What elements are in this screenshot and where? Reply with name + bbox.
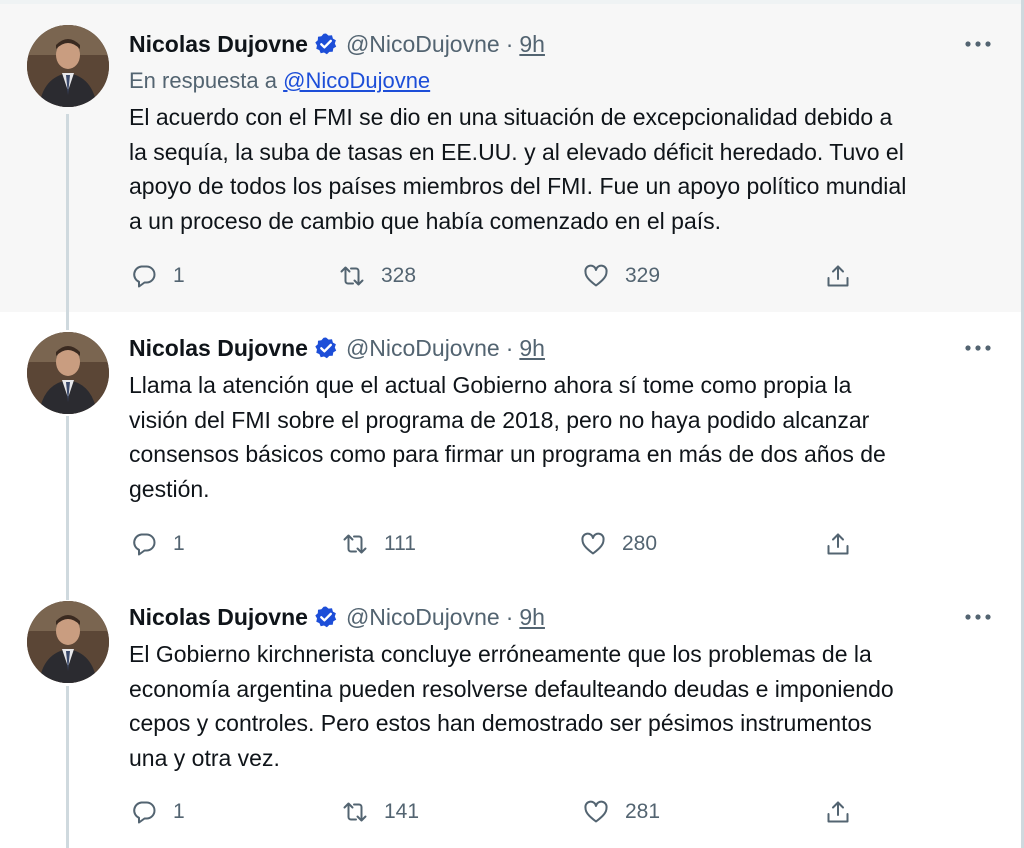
tweet-header: Nicolas Dujovne @NicoDujovne · 9h [129,28,545,60]
reply-context: En respuesta a @NicoDujovne [129,68,430,94]
share-button[interactable] [825,260,851,292]
thread-line [66,416,69,582]
timestamp[interactable]: 9h [519,604,545,631]
author-name[interactable]: Nicolas Dujovne [129,335,308,362]
reply-prefix: En respuesta a [129,68,277,93]
separator-dot: · [505,334,514,361]
retweet-count: 328 [381,264,417,287]
author-name[interactable]: Nicolas Dujovne [129,31,308,58]
separator-dot: · [505,603,514,630]
retweet-button[interactable]: 328 [339,260,416,292]
tweet-header: Nicolas Dujovne @NicoDujovne · 9h [129,332,545,364]
thread-line [66,114,69,312]
tweet-text: El Gobierno kirchnerista concluye erróne… [129,641,894,771]
reply-count: 1 [173,800,185,823]
like-count: 281 [625,800,661,823]
tweet-text: Llama la atención que el actual Gobierno… [129,372,886,502]
share-button[interactable] [825,796,851,828]
reply-handle-link[interactable]: @NicoDujovne [283,68,430,93]
retweet-count: 141 [384,800,420,823]
more-options-icon[interactable] [962,601,994,633]
tweet-card[interactable]: Nicolas Dujovne @NicoDujovne · 9h En res… [0,4,1024,312]
timestamp[interactable]: 9h [519,31,545,58]
reply-count: 1 [173,532,185,555]
like-button[interactable]: 329 [583,260,660,292]
thread-line [66,312,69,330]
tweet-text: El acuerdo con el FMI se dio en una situ… [129,104,907,234]
avatar[interactable] [27,25,109,107]
tweet-card[interactable]: Nicolas Dujovne @NicoDujovne · 9h El Gob… [0,582,1024,848]
retweet-icon [342,531,368,557]
reply-icon [131,799,157,825]
more-options-icon[interactable] [962,332,994,364]
heart-icon [580,531,606,557]
retweet-button[interactable]: 141 [342,796,419,828]
avatar[interactable] [27,601,109,683]
thread-line [66,582,69,600]
timestamp[interactable]: 9h [519,335,545,362]
retweet-button[interactable]: 111 [342,528,416,560]
retweet-icon [342,799,368,825]
reply-button[interactable]: 1 [131,528,185,560]
reply-icon [131,531,157,557]
share-icon [825,799,851,825]
avatar-image [27,332,109,414]
verified-badge-icon [314,32,338,56]
heart-icon [583,799,609,825]
avatar-image [27,25,109,107]
author-handle[interactable]: @NicoDujovne [346,335,500,362]
avatar-image [27,601,109,683]
share-icon [825,531,851,557]
retweet-count: 111 [384,532,416,555]
like-button[interactable]: 280 [580,528,657,560]
reply-count: 1 [173,264,185,287]
like-button[interactable]: 281 [583,796,660,828]
avatar[interactable] [27,332,109,414]
retweet-icon [339,263,365,289]
separator-dot: · [505,30,514,57]
like-count: 280 [622,532,658,555]
reply-button[interactable]: 1 [131,796,185,828]
author-handle[interactable]: @NicoDujovne [346,604,500,631]
verified-badge-icon [314,605,338,629]
reply-button[interactable]: 1 [131,260,185,292]
reply-icon [131,263,157,289]
author-name[interactable]: Nicolas Dujovne [129,604,308,631]
more-options-icon[interactable] [962,28,994,60]
tweet-card[interactable]: Nicolas Dujovne @NicoDujovne · 9h Llama … [0,312,1024,582]
thread-line [66,686,69,848]
author-handle[interactable]: @NicoDujovne [346,31,500,58]
share-icon [825,263,851,289]
heart-icon [583,263,609,289]
like-count: 329 [625,264,661,287]
tweet-header: Nicolas Dujovne @NicoDujovne · 9h [129,601,545,633]
verified-badge-icon [314,336,338,360]
share-button[interactable] [825,528,851,560]
